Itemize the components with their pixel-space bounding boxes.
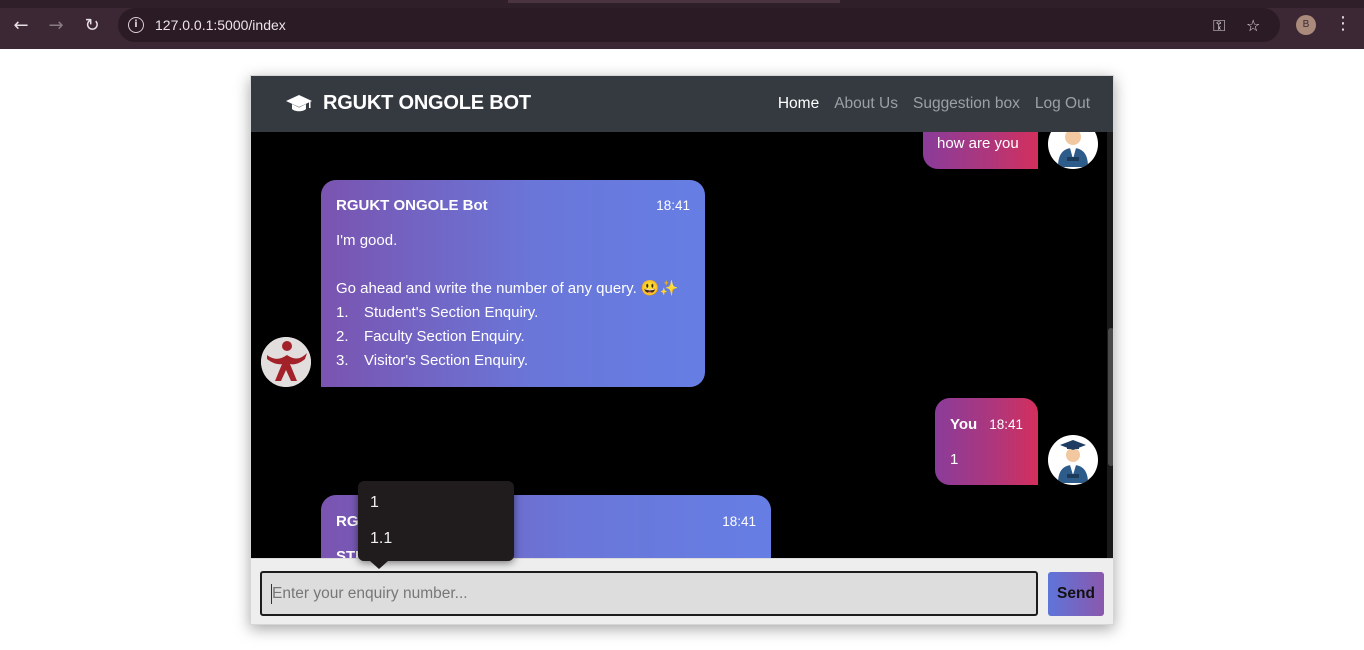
bot-prompt: Go ahead and write the number of any que… bbox=[336, 280, 679, 297]
brand-title: RGUKT ONGOLE BOT bbox=[323, 92, 531, 114]
bookmark-star-icon[interactable]: ☆ bbox=[1246, 16, 1260, 35]
browser-toolbar: ← → ↻ i 127.0.0.1:5000/index ⚿ ☆ B ⋮ bbox=[0, 0, 1364, 49]
password-key-icon[interactable]: ⚿ bbox=[1213, 16, 1225, 36]
brand[interactable]: RGUKT ONGOLE BOT bbox=[286, 92, 531, 115]
enquiry-input[interactable]: Enter your enquiry number... bbox=[260, 571, 1038, 616]
user-message: You 18:41 1 bbox=[935, 398, 1038, 485]
list-item: 3. Visitor's Section Enquiry. bbox=[336, 352, 529, 369]
address-url[interactable]: 127.0.0.1:5000/index bbox=[155, 17, 286, 33]
message-time: 18:41 bbox=[656, 198, 690, 213]
user-avatar bbox=[1048, 435, 1098, 485]
bot-name: RGUKT ONGOLE Bot bbox=[336, 197, 488, 214]
user-avatar bbox=[1048, 132, 1098, 169]
bot-greeting: I'm good. bbox=[336, 232, 398, 249]
enquiry-options-list: 1. Student's Section Enquiry. 2. Faculty S… bbox=[336, 301, 538, 373]
autocomplete-option[interactable]: 1.1 bbox=[370, 530, 392, 548]
graduate-avatar-icon bbox=[1058, 440, 1088, 483]
list-item: 2. Faculty Section Enquiry. bbox=[336, 328, 525, 345]
bot-logo-icon bbox=[261, 337, 311, 387]
list-item: 1. Student's Section Enquiry. bbox=[336, 304, 539, 321]
site-info-icon[interactable]: i bbox=[128, 17, 144, 33]
nav-suggestion-box[interactable]: Suggestion box bbox=[913, 95, 1020, 113]
graduation-cap-icon bbox=[286, 94, 312, 111]
enquiry-input-placeholder: Enter your enquiry number... bbox=[272, 585, 468, 602]
profile-avatar[interactable]: B bbox=[1296, 15, 1316, 35]
user-message-text: 1 bbox=[950, 451, 959, 468]
nav-log-out[interactable]: Log Out bbox=[1035, 95, 1090, 113]
autocomplete-dropdown: 1 1.1 bbox=[358, 481, 514, 569]
nav-home[interactable]: Home bbox=[778, 95, 819, 113]
reload-icon[interactable]: ↻ bbox=[79, 12, 105, 38]
message-time: 18:41 bbox=[989, 417, 1023, 432]
navbar: RGUKT ONGOLE BOT Home About Us Suggestio… bbox=[251, 76, 1113, 132]
chat-scrollbar[interactable] bbox=[1107, 132, 1113, 558]
autocomplete-option[interactable]: 1 bbox=[370, 494, 379, 512]
user-message-text: how are you bbox=[937, 135, 1019, 152]
nav-links: Home About Us Suggestion box Log Out bbox=[778, 95, 1090, 113]
forward-arrow-icon[interactable]: → bbox=[43, 12, 69, 38]
scrollbar-thumb[interactable] bbox=[1108, 328, 1113, 466]
address-bar[interactable]: i 127.0.0.1:5000/index ⚿ ☆ bbox=[118, 8, 1280, 42]
user-name: You bbox=[950, 416, 978, 433]
message-time: 18:41 bbox=[722, 514, 756, 529]
bot-avatar bbox=[261, 337, 311, 387]
bot-message: RGUKT ONGOLE Bot 18:41 I'm good. Go ahea… bbox=[321, 180, 705, 387]
back-arrow-icon[interactable]: ← bbox=[8, 12, 34, 38]
dropdown-pointer bbox=[370, 561, 388, 569]
send-button[interactable]: Send bbox=[1048, 572, 1104, 616]
user-message: how are you bbox=[923, 132, 1038, 169]
active-tab-edge bbox=[508, 0, 840, 3]
student-avatar-icon bbox=[1058, 132, 1088, 167]
nav-about-us[interactable]: About Us bbox=[834, 95, 898, 113]
browser-menu-icon[interactable]: ⋮ bbox=[1334, 13, 1352, 35]
